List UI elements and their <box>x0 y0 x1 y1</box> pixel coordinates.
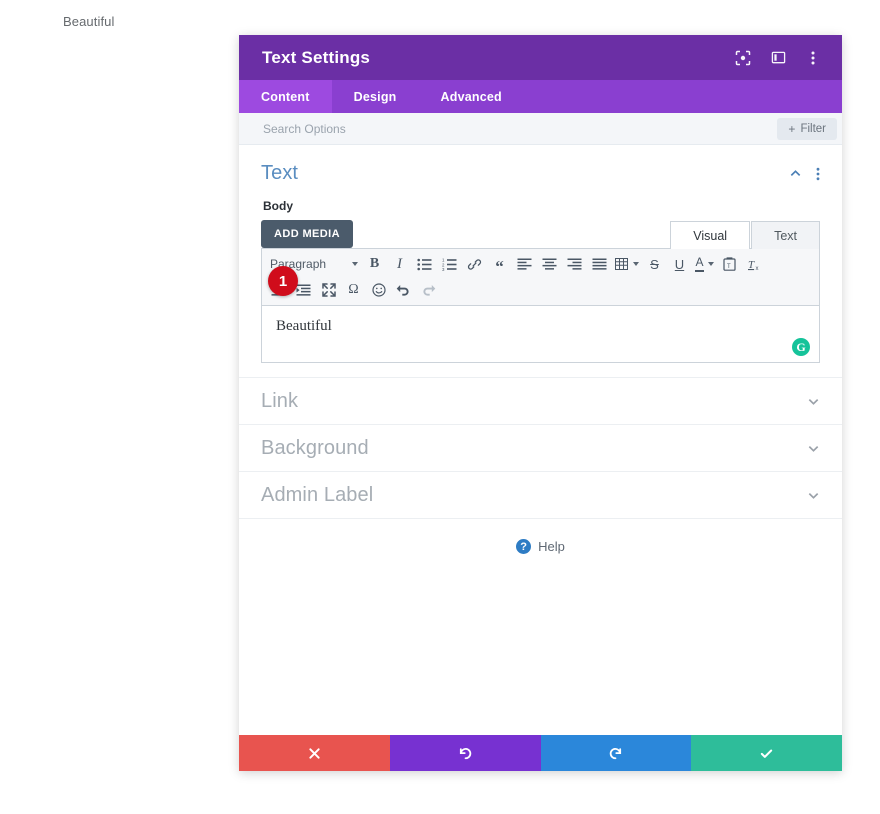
cancel-button[interactable] <box>239 735 390 771</box>
editor-content-area[interactable]: Beautiful G <box>261 306 820 363</box>
step-badge-1: 1 <box>268 266 298 296</box>
section-more-vertical-icon[interactable] <box>816 167 820 181</box>
section-admin-label[interactable]: Admin Label <box>239 471 842 518</box>
editor-paragraph: Beautiful <box>276 318 332 334</box>
add-media-button[interactable]: ADD MEDIA <box>261 220 353 248</box>
section-background[interactable]: Background <box>239 424 842 471</box>
clear-formatting-icon[interactable]: T x <box>742 252 767 276</box>
align-center-icon[interactable] <box>537 252 562 276</box>
chevron-down-icon[interactable] <box>807 442 820 455</box>
modal-footer <box>239 735 842 771</box>
align-left-icon[interactable] <box>512 252 537 276</box>
svg-text:T: T <box>748 259 755 271</box>
underline-icon[interactable]: U <box>667 252 692 276</box>
question-mark-icon: ? <box>516 539 532 554</box>
section-text-title: Text <box>261 162 299 184</box>
undo-icon[interactable] <box>391 278 416 302</box>
section-text-controls <box>789 167 820 181</box>
undo-button[interactable] <box>389 735 541 771</box>
table-icon[interactable] <box>612 252 642 276</box>
chevron-down-icon[interactable] <box>807 489 820 502</box>
text-color-icon[interactable]: A <box>692 252 717 276</box>
svg-text:x: x <box>755 266 758 271</box>
editor-tab-visual[interactable]: Visual <box>670 221 751 249</box>
special-character-icon[interactable]: Ω <box>341 278 366 302</box>
more-vertical-icon[interactable] <box>804 49 822 67</box>
section-text-header: Text <box>239 145 842 191</box>
align-right-icon[interactable] <box>562 252 587 276</box>
grammarly-icon[interactable]: G <box>792 338 810 356</box>
blockquote-icon[interactable]: “ <box>487 252 512 276</box>
focus-icon[interactable] <box>734 49 752 67</box>
help-row[interactable]: ? Help <box>239 518 842 574</box>
modal-tabbar: Content Design Advanced <box>239 80 842 113</box>
editor-tab-text[interactable]: Text <box>751 221 820 249</box>
wp-editor: ADD MEDIA Visual Text Paragraph B I 1 2 … <box>261 220 820 363</box>
body-field: Body ADD MEDIA Visual Text Paragraph B I… <box>239 199 842 363</box>
search-input[interactable] <box>261 120 778 137</box>
svg-text:3: 3 <box>442 266 445 270</box>
svg-text:T: T <box>727 264 731 270</box>
numbered-list-icon[interactable]: 1 2 3 <box>437 252 462 276</box>
fullscreen-icon[interactable] <box>316 278 341 302</box>
tab-advanced[interactable]: Advanced <box>419 80 524 113</box>
filter-button[interactable]: + Filter <box>777 117 837 140</box>
search-options-bar: + Filter <box>239 113 842 145</box>
paste-as-text-icon[interactable]: T <box>717 252 742 276</box>
emoji-icon[interactable] <box>366 278 391 302</box>
editor-toolbar: Paragraph B I 1 2 3 “ S U A T T x Ω <box>261 248 820 306</box>
text-settings-modal: Text Settings Content Design Advanced Se… <box>239 35 842 771</box>
help-label: Help <box>538 539 565 554</box>
tab-content[interactable]: Content <box>239 80 332 113</box>
filter-button-label: Filter <box>800 122 826 135</box>
section-text: Text Body ADD MEDIA Visual Text Paragrap… <box>239 145 842 377</box>
section-link-title: Link <box>261 389 299 412</box>
redo-icon <box>416 278 441 302</box>
align-justify-icon[interactable] <box>587 252 612 276</box>
chevron-down-icon <box>633 262 639 266</box>
plus-icon: + <box>788 121 796 136</box>
section-link[interactable]: Link <box>239 377 842 424</box>
section-background-title: Background <box>261 436 369 459</box>
link-icon[interactable] <box>462 252 487 276</box>
editor-mode-tabs: Visual Text <box>670 220 820 249</box>
chevron-down-icon[interactable] <box>807 395 820 408</box>
body-field-label: Body <box>263 199 293 213</box>
bold-icon[interactable]: B <box>362 252 387 276</box>
chevron-down-icon <box>707 262 714 266</box>
chevron-down-icon <box>352 262 358 266</box>
modal-header: Text Settings <box>239 35 842 80</box>
page-background-text: Beautiful <box>63 14 115 29</box>
modal-body: Text Body ADD MEDIA Visual Text Paragrap… <box>239 145 842 735</box>
editor-topline: ADD MEDIA Visual Text <box>261 220 820 249</box>
tab-design[interactable]: Design <box>332 80 419 113</box>
chevron-up-icon[interactable] <box>789 167 802 180</box>
modal-title: Text Settings <box>262 47 371 67</box>
save-button[interactable] <box>691 735 842 771</box>
header-icon-group <box>734 49 822 67</box>
section-admin-label-title: Admin Label <box>261 483 374 506</box>
bulleted-list-icon[interactable] <box>412 252 437 276</box>
italic-icon[interactable]: I <box>387 252 412 276</box>
strikethrough-icon[interactable]: S <box>642 252 667 276</box>
layout-panel-icon[interactable] <box>769 49 787 67</box>
redo-button[interactable] <box>540 735 692 771</box>
